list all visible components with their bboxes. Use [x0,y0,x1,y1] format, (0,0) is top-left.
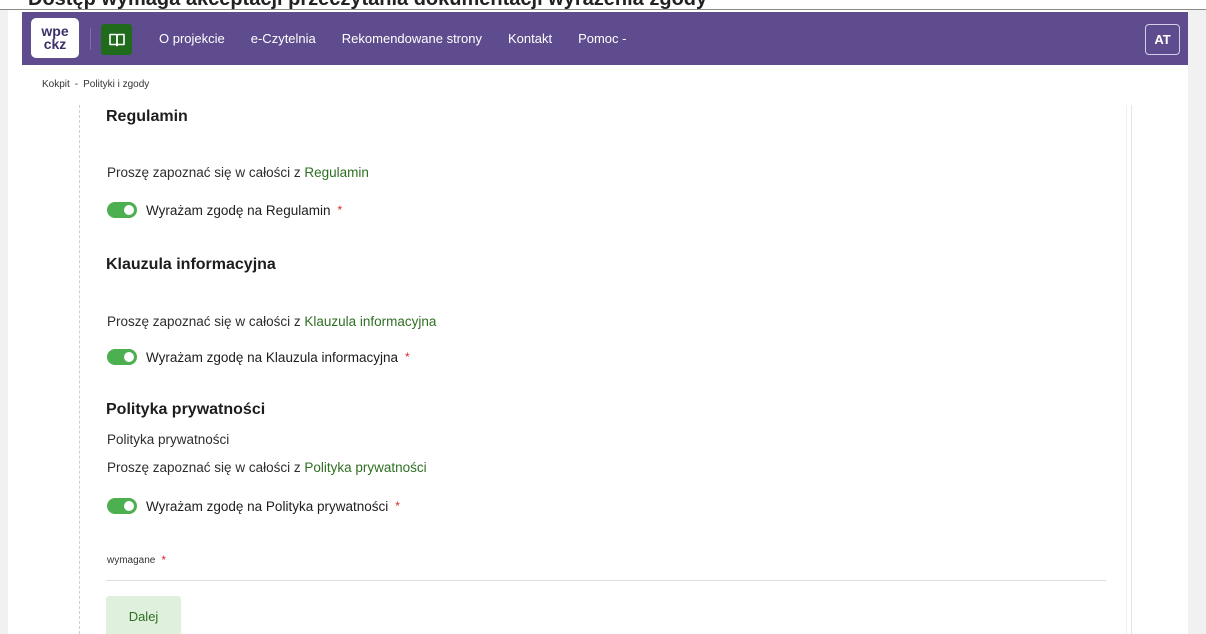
user-avatar-button[interactable]: AT [1145,24,1180,55]
read-instruction-text: Proszę zapoznać się w całości z [107,165,305,180]
breadcrumb-item-current: Polityki i zgody [83,79,150,90]
consent-toggle-polityka[interactable] [107,498,137,514]
consent-toggle-klauzula[interactable] [107,349,137,365]
toggle-knob [124,205,134,215]
read-instruction-regulamin: Proszę zapoznać się w całości z Regulami… [107,165,369,180]
read-instruction-polityka: Proszę zapoznać się w całości z Polityka… [107,460,427,475]
read-instruction-text: Proszę zapoznać się w całości z [107,314,305,329]
book-menu-button[interactable] [101,24,132,55]
breadcrumb-separator: - [74,79,79,90]
consent-polityka: Wyrażam zgodę na Polityka prywatności * [107,496,400,516]
next-button[interactable]: Dalej [106,596,181,634]
required-asterisk: * [395,499,400,513]
logo[interactable]: wpe ckz [31,18,79,58]
consent-toggle-regulamin[interactable] [107,202,137,218]
consent-regulamin: Wyrażam zgodę na Regulamin * [107,200,342,220]
section-title-regulamin: Regulamin [106,108,188,125]
toggle-knob [124,501,134,511]
cut-off-heading: Dostęp wymaga akceptacji przeczytania do… [28,0,707,9]
nav-link-rekomendowane-strony[interactable]: Rekomendowane strony [342,31,482,46]
nav-divider [90,28,91,50]
page-frame-left [0,10,8,634]
consent-label-regulamin[interactable]: Wyrażam zgodę na Regulamin [146,203,330,218]
nav-link-pomoc-dropdown[interactable]: Pomoc - [578,31,626,46]
breadcrumb: Kokpit - Polityki i zgody [42,79,149,90]
consent-label-klauzula[interactable]: Wyrażam zgodę na Klauzula informacyjna [146,350,398,365]
logo-text-bottom: ckz [43,36,67,52]
content-left-border [79,105,80,634]
section-description-polityka: Polityka prywatności [107,432,230,447]
required-note-text: wymagane [107,554,156,566]
polityka-link[interactable]: Polityka prywatności [304,460,426,475]
nav-link-kontakt[interactable]: Kontakt [508,31,552,46]
section-title-klauzula: Klauzula informacyjna [106,256,276,273]
top-navbar: wpe ckz O projekcie e-Czytelnia Rekomend… [22,12,1188,65]
consent-klauzula: Wyrażam zgodę na Klauzula informacyjna * [107,347,410,367]
nav-link-e-czytelnia[interactable]: e-Czytelnia [251,31,316,46]
required-asterisk: * [337,203,343,217]
content-right-border-inner [1126,105,1127,634]
page-top-strip: Dostęp wymaga akceptacji przeczytania do… [0,0,1206,10]
toggle-knob [124,352,134,362]
read-instruction-klauzula: Proszę zapoznać się w całości z Klauzula… [107,314,436,329]
book-open-icon [108,33,125,46]
page-frame-right [1188,10,1206,634]
required-note: wymagane * [107,553,166,567]
content-right-border [1131,105,1132,634]
read-instruction-text: Proszę zapoznać się w całości z [107,460,305,475]
required-asterisk: * [161,553,167,567]
section-title-polityka: Polityka prywatności [106,401,266,418]
nav-links: O projekcie e-Czytelnia Rekomendowane st… [159,12,652,65]
consent-label-polityka[interactable]: Wyrażam zgodę na Polityka prywatności [146,499,388,514]
regulamin-link[interactable]: Regulamin [304,165,369,180]
form-divider [106,580,1106,581]
klauzula-link[interactable]: Klauzula informacyjna [304,314,436,329]
breadcrumb-item-kokpit[interactable]: Kokpit [42,79,70,90]
nav-link-o-projekcie[interactable]: O projekcie [159,31,225,46]
required-asterisk: * [405,350,410,364]
